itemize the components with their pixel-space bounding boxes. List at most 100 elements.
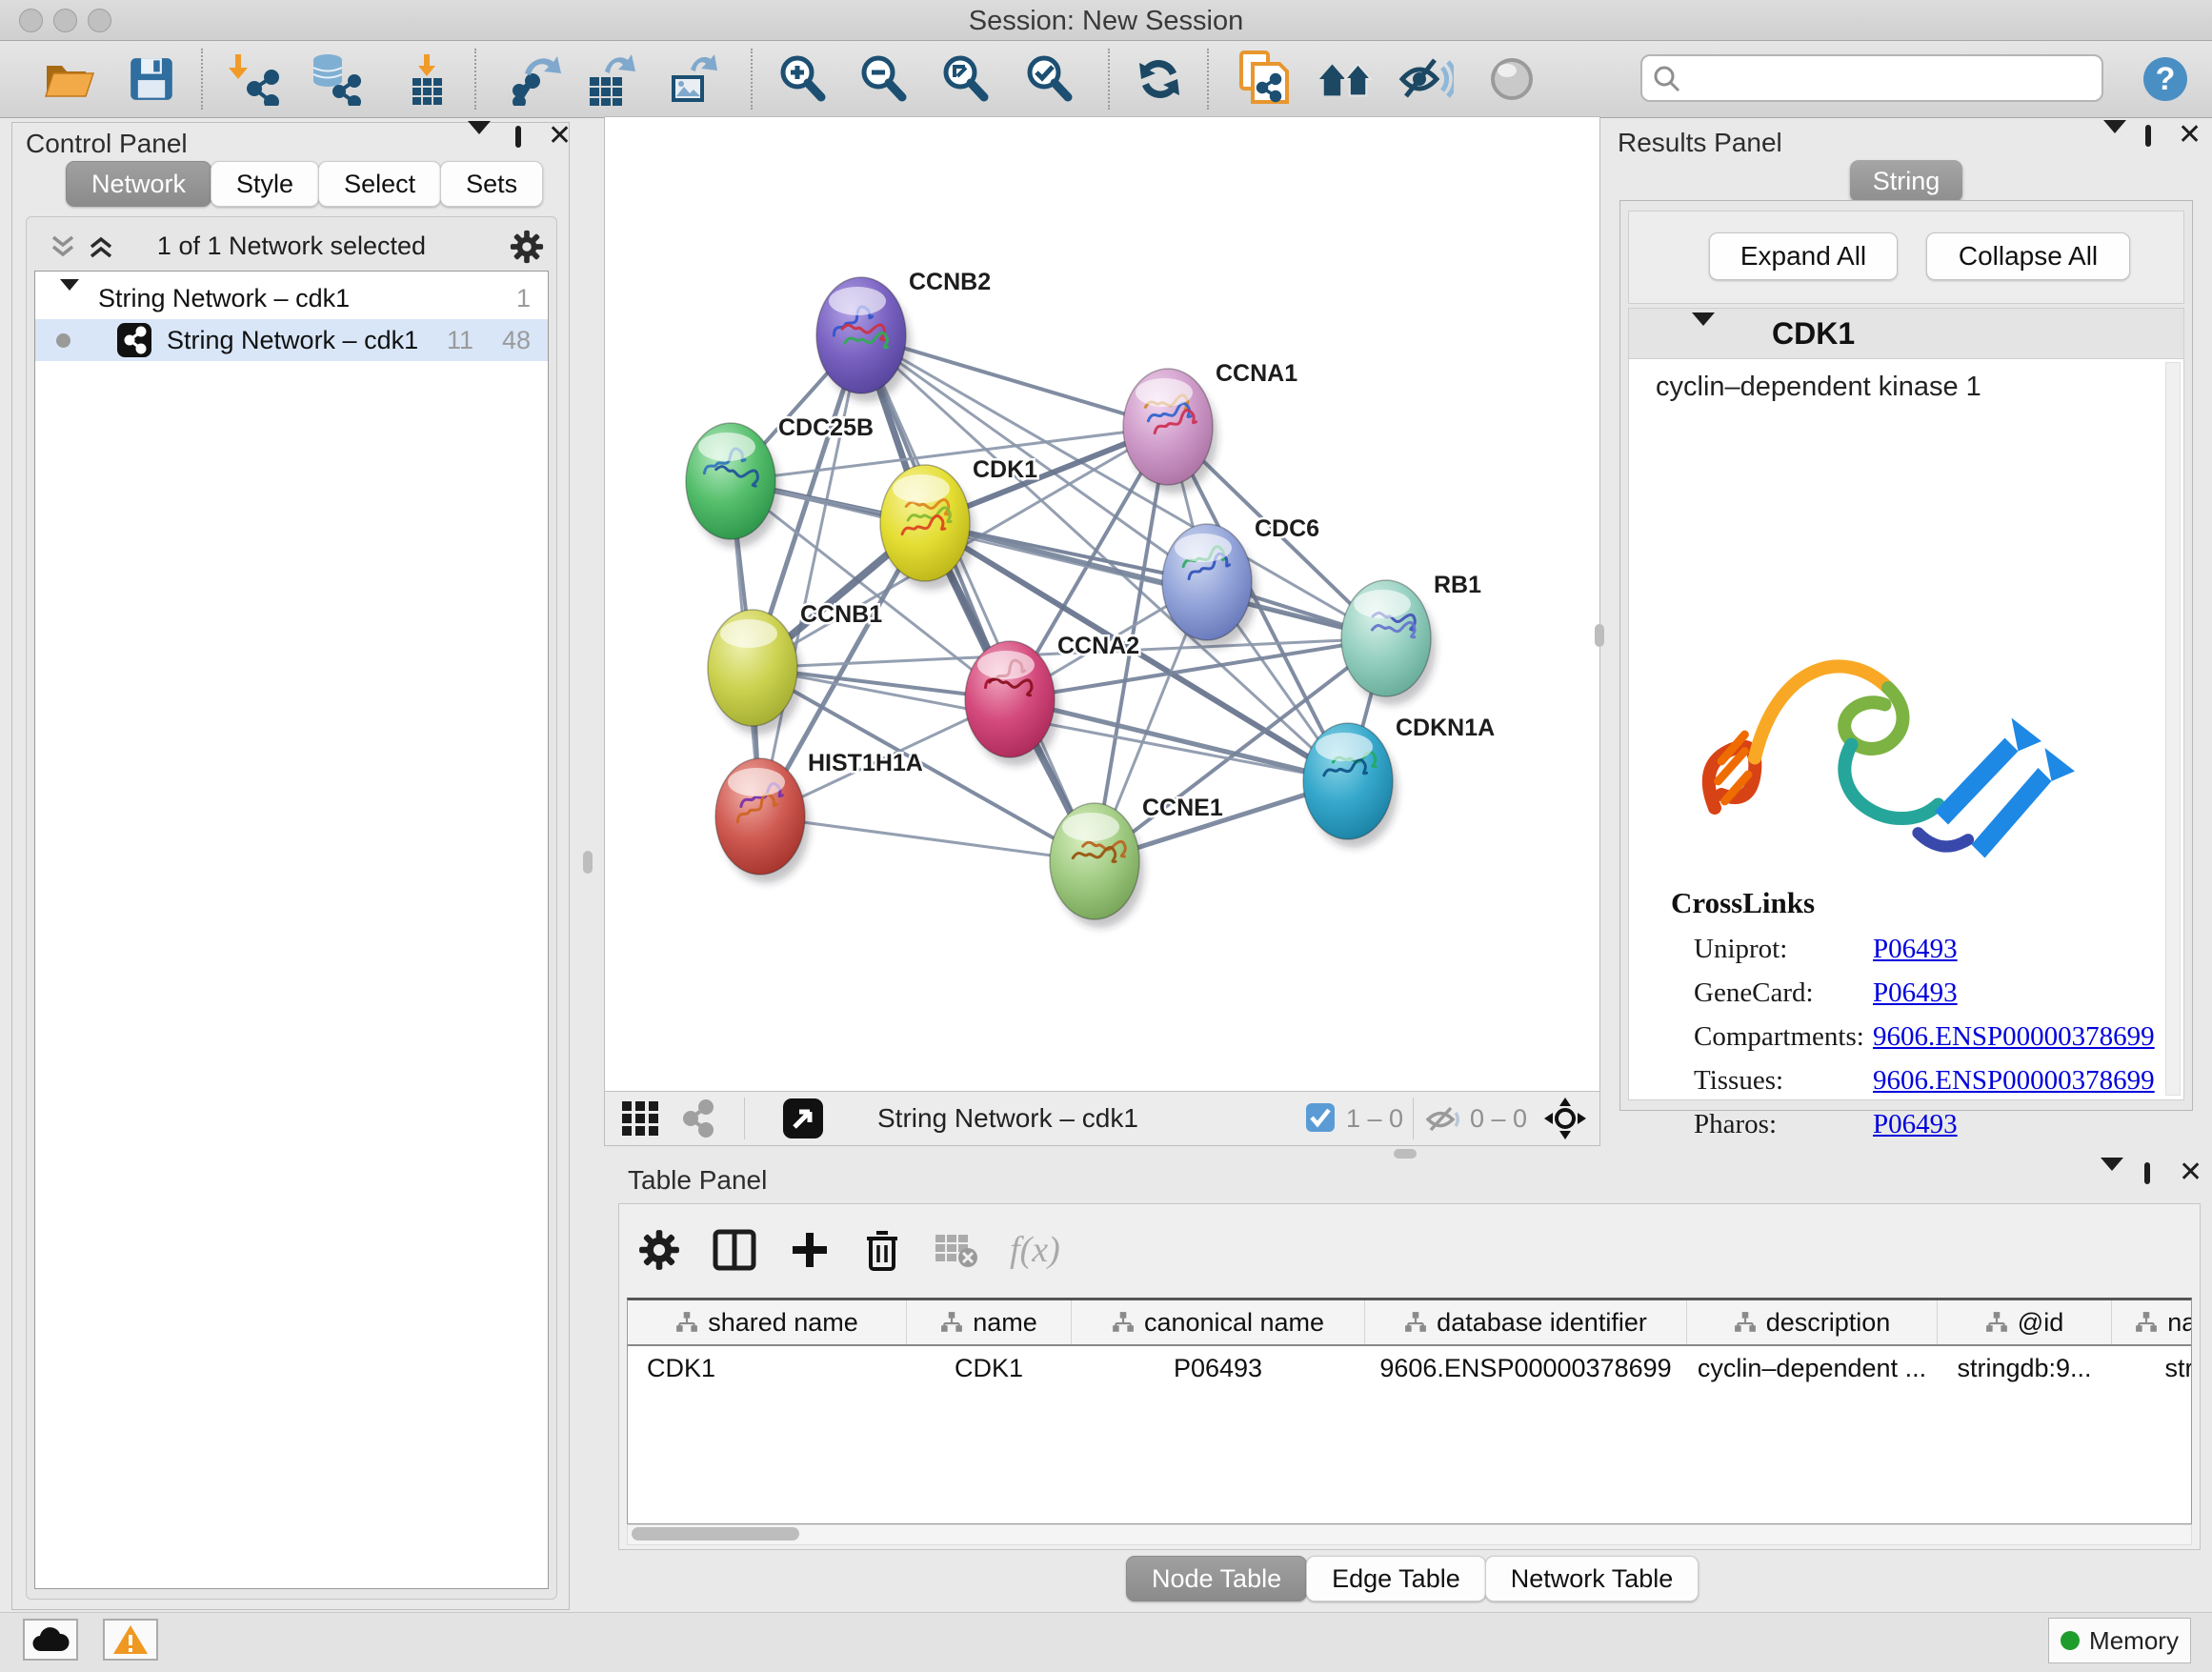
expand-all-button[interactable]: Expand All bbox=[1709, 232, 1898, 280]
hierarchy-icon bbox=[675, 1311, 698, 1334]
table-cell[interactable]: stringdb bbox=[2112, 1345, 2193, 1390]
apply-layout-icon[interactable] bbox=[1132, 51, 1187, 107]
column-header-namespac[interactable]: namespac bbox=[2112, 1300, 2193, 1345]
import-network-file-icon[interactable] bbox=[227, 51, 282, 107]
crosslink-value-link[interactable]: P06493 bbox=[1873, 977, 1958, 1009]
table-row: CDK1CDK1P064939606.ENSP00000378699cyclin… bbox=[628, 1345, 2192, 1390]
zoom-fit-icon[interactable] bbox=[938, 51, 994, 107]
horizontal-splitter-handle[interactable] bbox=[1394, 1149, 1417, 1158]
add-column-icon[interactable] bbox=[789, 1229, 831, 1271]
network-node-CDC6[interactable]: CDC6 bbox=[1162, 515, 1319, 649]
search-input[interactable] bbox=[1692, 59, 2096, 97]
tab-edge-table[interactable]: Edge Table bbox=[1306, 1556, 1486, 1601]
import-network-database-icon[interactable] bbox=[308, 51, 363, 107]
table-cell[interactable]: cyclin–dependent ... bbox=[1687, 1345, 1938, 1390]
network-share-icon[interactable] bbox=[677, 1099, 717, 1138]
export-image-icon[interactable] bbox=[665, 51, 720, 107]
table-cell[interactable]: P06493 bbox=[1072, 1345, 1365, 1390]
network-selection-summary: 1 of 1 Network selected bbox=[27, 232, 556, 261]
tab-network[interactable]: Network bbox=[66, 161, 211, 207]
column-header-shared-name[interactable]: shared name bbox=[628, 1300, 907, 1345]
zoom-selected-icon[interactable] bbox=[1022, 51, 1077, 107]
network-tab-body: 1 of 1 Network selected String Network –… bbox=[26, 216, 557, 1600]
results-panel-float-icon[interactable] bbox=[2145, 128, 2151, 145]
results-scrollbar[interactable] bbox=[2165, 362, 2181, 1096]
table-scrollbar-thumb[interactable] bbox=[632, 1527, 799, 1541]
crosslink-value-link[interactable]: 9606.ENSP00000378699 bbox=[1873, 1065, 2155, 1097]
column-header-id[interactable]: @id bbox=[1938, 1300, 2112, 1345]
network-node-CCNA1[interactable]: CCNA1 bbox=[1123, 360, 1297, 494]
control-panel-close-icon[interactable]: ✕ bbox=[548, 126, 572, 150]
left-splitter-handle[interactable] bbox=[583, 851, 593, 874]
table-cell[interactable]: CDK1 bbox=[628, 1345, 907, 1390]
import-table-file-icon[interactable] bbox=[400, 51, 455, 107]
network-canvas[interactable]: CCNB2CCNA1CDC25BCDK1CDC6RB1CCNB1CCNA2CDK… bbox=[605, 117, 1599, 1092]
tab-network-table[interactable]: Network Table bbox=[1485, 1556, 1699, 1601]
control-panel-menu-icon[interactable] bbox=[468, 134, 491, 151]
hide-selected-eye-icon[interactable] bbox=[1398, 51, 1454, 107]
birds-eye-view-icon[interactable] bbox=[782, 1098, 824, 1139]
tab-sets[interactable]: Sets bbox=[440, 161, 543, 207]
table-cell[interactable]: 9606.ENSP00000378699 bbox=[1365, 1345, 1687, 1390]
zoom-out-icon[interactable] bbox=[856, 51, 912, 107]
show-columns-icon[interactable] bbox=[713, 1229, 756, 1271]
gene-collapse-icon[interactable] bbox=[1692, 326, 1715, 343]
node-label-CCNA1: CCNA1 bbox=[1216, 360, 1297, 387]
table-panel-menu-icon[interactable] bbox=[2101, 1171, 2123, 1188]
hierarchy-icon bbox=[940, 1311, 963, 1334]
network-node-CCNB2[interactable]: CCNB2 bbox=[816, 269, 991, 402]
network-node-CCNB1[interactable]: CCNB1 bbox=[708, 601, 882, 735]
clone-network-icon[interactable] bbox=[1237, 51, 1292, 107]
network-node-CCNE1[interactable]: CCNE1 bbox=[1050, 795, 1223, 928]
column-header-name[interactable]: name bbox=[907, 1300, 1072, 1345]
tab-string[interactable]: String bbox=[1850, 160, 1962, 202]
crosslink-value-link[interactable]: P06493 bbox=[1873, 934, 1958, 965]
open-session-icon[interactable] bbox=[42, 51, 97, 107]
tab-node-table[interactable]: Node Table bbox=[1126, 1556, 1307, 1601]
collapse-all-button[interactable]: Collapse All bbox=[1926, 232, 2130, 280]
right-splitter-handle[interactable] bbox=[1595, 624, 1604, 647]
delete-column-trash-icon[interactable] bbox=[863, 1228, 901, 1272]
column-header-database-identifier[interactable]: database identifier bbox=[1365, 1300, 1687, 1345]
selected-checkbox[interactable] bbox=[1306, 1103, 1335, 1132]
table-cell[interactable]: CDK1 bbox=[907, 1345, 1072, 1390]
results-panel-title: Results Panel bbox=[1618, 128, 1782, 158]
table-cell[interactable]: stringdb:9... bbox=[1938, 1345, 2112, 1390]
show-all-eye-icon[interactable] bbox=[1484, 51, 1539, 107]
memory-button[interactable]: Memory bbox=[2048, 1618, 2191, 1663]
network-node-CDKN1A[interactable]: CDKN1A bbox=[1303, 715, 1495, 848]
network-options-gear-icon[interactable] bbox=[509, 229, 545, 265]
network-row[interactable]: String Network – cdk1 11 48 bbox=[35, 319, 548, 361]
network-node-RB1[interactable]: RB1 bbox=[1341, 572, 1481, 705]
network-edge-HIST1H1A-CCNE1[interactable] bbox=[760, 816, 1095, 861]
column-header-description[interactable]: description bbox=[1687, 1300, 1938, 1345]
crosslink-value-link[interactable]: 9606.ENSP00000378699 bbox=[1873, 1021, 2155, 1053]
pan-crosshair-icon[interactable] bbox=[1543, 1097, 1587, 1140]
network-collection-row[interactable]: String Network – cdk1 1 bbox=[35, 277, 548, 319]
control-panel-float-icon[interactable] bbox=[515, 129, 521, 146]
first-neighbors-icon[interactable] bbox=[1317, 51, 1373, 107]
export-network-icon[interactable] bbox=[511, 51, 566, 107]
gene-section-header[interactable]: CDK1 bbox=[1629, 309, 2183, 359]
network-edge-CCNB2-CCNE1[interactable] bbox=[861, 335, 1095, 861]
table-options-gear-icon[interactable] bbox=[638, 1229, 680, 1271]
grid-view-icon[interactable] bbox=[620, 1099, 660, 1138]
column-header-canonical-name[interactable]: canonical name bbox=[1072, 1300, 1365, 1345]
network-edge-CCNB2-HIST1H1A[interactable] bbox=[760, 335, 861, 816]
help-icon[interactable]: ? bbox=[2138, 51, 2193, 107]
tab-style[interactable]: Style bbox=[211, 161, 319, 207]
zoom-in-icon[interactable] bbox=[775, 51, 831, 107]
tab-select[interactable]: Select bbox=[318, 161, 441, 207]
results-panel-menu-icon[interactable] bbox=[2103, 133, 2126, 151]
table-panel-close-icon[interactable]: ✕ bbox=[2179, 1162, 2202, 1186]
crosslink-value-link[interactable]: P06493 bbox=[1873, 1109, 1958, 1140]
table-panel-float-icon[interactable] bbox=[2144, 1165, 2150, 1182]
network-node-HIST1H1A[interactable]: HIST1H1A bbox=[715, 750, 923, 883]
network-node-CDK1[interactable]: CDK1 bbox=[880, 456, 1037, 590]
cloud-status-button[interactable] bbox=[23, 1619, 78, 1661]
export-table-icon[interactable] bbox=[583, 51, 638, 107]
save-session-icon[interactable] bbox=[124, 51, 179, 107]
results-panel-close-icon[interactable]: ✕ bbox=[2178, 125, 2202, 149]
warnings-button[interactable] bbox=[103, 1619, 158, 1661]
network-node-CDC25B[interactable]: CDC25B bbox=[686, 414, 874, 548]
